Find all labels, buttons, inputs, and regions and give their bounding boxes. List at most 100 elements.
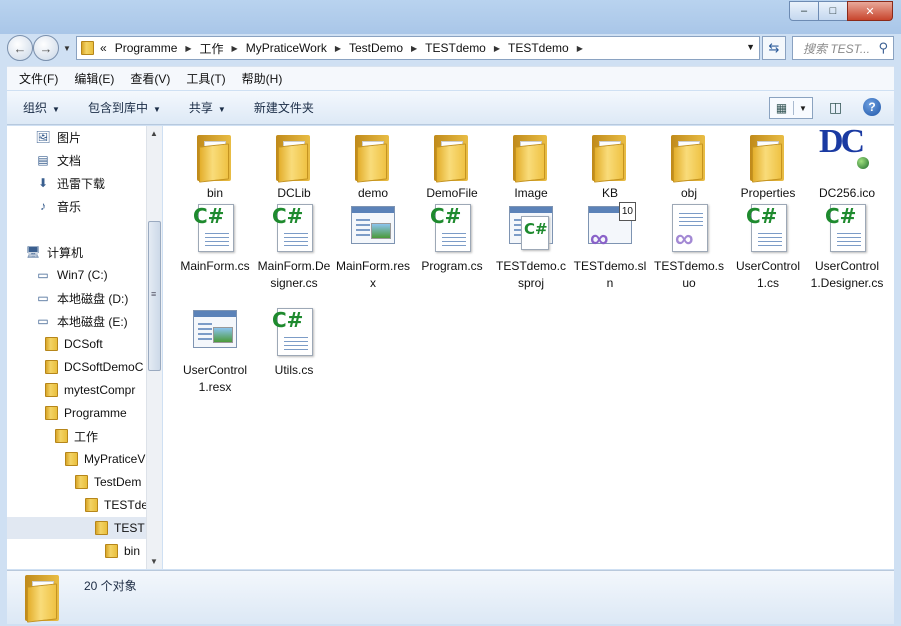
sidebar-item[interactable]: DCSoftDemoC [7, 356, 143, 378]
file-item[interactable]: C# MainForm.cs [176, 202, 254, 275]
folder-item[interactable]: bin [176, 129, 254, 202]
folder-item[interactable]: KB [571, 129, 649, 202]
menu-item[interactable]: 查看(V) [130, 70, 170, 87]
help-button[interactable]: ? [863, 98, 881, 116]
sidebar-item[interactable]: ▭ 本地磁盘 (E:) [7, 310, 128, 332]
sidebar-item-label: bin [124, 544, 141, 558]
sidebar-item[interactable]: 🖥 计算机 [7, 241, 83, 263]
file-item[interactable]: C# MainForm.Designer.cs [255, 202, 333, 292]
csharp-file-icon: C# [738, 202, 798, 258]
file-name: DC256.ico [818, 186, 876, 200]
breadcrumb-overflow[interactable]: « [100, 41, 107, 55]
sidebar-item-label: 文档 [57, 153, 82, 168]
sidebar-item[interactable]: mytestCompr [7, 379, 135, 401]
sidebar-item-label: 本地磁盘 (E:) [57, 314, 128, 329]
folder-item[interactable]: Image [492, 129, 570, 202]
sidebar-item[interactable]: Programme [7, 402, 127, 424]
change-view-button[interactable]: ▦ ▼ [769, 97, 813, 119]
breadcrumb-separator-icon[interactable]: ▶ [185, 44, 191, 53]
file-item[interactable]: C# Program.cs [413, 202, 491, 275]
file-list[interactable]: bin DCLib demo DemoFile Image KB obj Properties… [163, 125, 894, 569]
organize-button[interactable]: 组织 ▼ [23, 99, 60, 116]
breadcrumb-separator-icon[interactable]: ▶ [411, 44, 417, 53]
file-item[interactable]: C# TESTdemo.csproj [492, 202, 570, 292]
sidebar-item[interactable]: ♪ 音乐 [7, 195, 81, 217]
share-button[interactable]: 共享 ▼ [189, 99, 226, 116]
menu-item[interactable]: 编辑(E) [74, 70, 114, 87]
breadcrumb-item[interactable]: TestDemo [349, 41, 403, 55]
dc-logo-icon: DC [817, 125, 877, 185]
navigation-scrollbar[interactable]: ▲ ≡ ▼ [146, 126, 162, 569]
folder-item[interactable]: Properties [729, 129, 807, 202]
file-name: DemoFile [426, 186, 478, 200]
folder-item[interactable]: demo [334, 129, 412, 202]
file-item[interactable]: MainForm.resx [334, 202, 412, 292]
breadcrumb-separator-icon[interactable]: ▶ [494, 44, 500, 53]
folder-item[interactable]: obj [650, 129, 728, 202]
sidebar-item[interactable]: ▤ 文档 [7, 149, 81, 171]
sidebar-item[interactable]: 工作 [7, 425, 98, 447]
breadcrumb-item[interactable]: MyPraticeWork [246, 41, 327, 55]
drive-icon: ▭ [37, 291, 49, 305]
search-icon[interactable]: ⚲ [878, 40, 888, 56]
sidebar-item[interactable]: ⬇ 迅雷下载 [7, 172, 105, 194]
menu-item[interactable]: 帮助(H) [242, 70, 283, 87]
back-button[interactable]: ← [7, 35, 33, 61]
refresh-button[interactable]: ⇆ [762, 36, 786, 60]
sidebar-item[interactable]: ▭ Win7 (C:) [7, 264, 107, 286]
close-button[interactable]: ✕ [847, 1, 893, 21]
forward-button[interactable]: → [33, 35, 59, 61]
sidebar-item[interactable]: 🖼 图片 [7, 126, 81, 148]
resource-file-icon [185, 306, 245, 362]
solution-options-file-icon: ∞ [659, 202, 719, 258]
file-name: DCLib [277, 186, 311, 200]
file-name: Image [514, 186, 548, 200]
search-input[interactable]: 搜索 TEST... ⚲ [792, 36, 894, 60]
back-arrow-icon: ← [13, 40, 27, 56]
sidebar-item[interactable]: TestDem [7, 471, 141, 493]
breadcrumb-separator-icon[interactable]: ▶ [335, 44, 341, 53]
file-item[interactable]: C# UserControl1.cs [729, 202, 807, 292]
file-item[interactable]: 10 ∞ TESTdemo.sln [571, 202, 649, 292]
folder-item[interactable]: DCLib [255, 129, 333, 202]
navigation-pane[interactable]: 🖼 图片 ▤ 文档 ⬇ 迅雷下载 ♪ 音乐 🖥 计算机 ▭ Win7 (C:) ▭ 本地磁盘 (D:) ▭ 本… [7, 126, 162, 569]
drive-icon: ▭ [37, 314, 49, 328]
chevron-down-icon[interactable]: ▼ [794, 104, 812, 113]
address-bar[interactable]: « Programme ▶ 工作 ▶ MyPraticeWork ▶ TestDemo ▶ TE… [76, 36, 760, 60]
menu-item[interactable]: 工具(T) [186, 70, 225, 87]
file-item[interactable]: ∞ TESTdemo.suo [650, 202, 728, 292]
file-item[interactable]: C# Utils.cs [255, 306, 333, 379]
folder-icon [105, 544, 118, 558]
file-item[interactable]: C# UserControl1.Designer.cs [808, 202, 886, 292]
address-dropdown[interactable]: ▼ [746, 42, 755, 52]
breadcrumb-item[interactable]: TESTdemo [425, 41, 486, 55]
include-library-label: 包含到库中 [87, 101, 148, 115]
include-in-library-button[interactable]: 包含到库中 ▼ [88, 99, 161, 116]
preview-pane-button[interactable]: ◫ [829, 99, 842, 116]
sidebar-item[interactable]: ▭ 本地磁盘 (D:) [7, 287, 128, 309]
maximize-button[interactable]: □ [818, 1, 848, 21]
breadcrumb-item[interactable]: TESTdemo [508, 41, 569, 55]
new-folder-button[interactable]: 新建文件夹 [254, 99, 314, 116]
sidebar-item[interactable]: TESTde [7, 494, 148, 516]
file-item[interactable]: DC DC256.ico [808, 125, 886, 202]
sidebar-item[interactable]: MyPraticeV [7, 448, 145, 470]
scroll-up-arrow-icon[interactable]: ▲ [150, 129, 158, 138]
recent-pages-dropdown[interactable]: ▼ [63, 44, 71, 53]
sidebar-item[interactable]: TEST [7, 517, 147, 539]
breadcrumb-item[interactable]: Programme [115, 41, 178, 55]
sidebar-item[interactable]: bin [7, 540, 140, 562]
scroll-down-arrow-icon[interactable]: ▼ [150, 557, 158, 566]
sidebar-item[interactable]: DCSoft [7, 333, 103, 355]
breadcrumb-separator-icon[interactable]: ▶ [232, 44, 238, 53]
item-count: 20 个对象 [84, 579, 137, 593]
file-name: MainForm.cs [180, 259, 250, 273]
file-item[interactable]: UserControl1.resx [176, 306, 254, 396]
breadcrumb-item[interactable]: 工作 [200, 40, 224, 57]
breadcrumb-separator-icon[interactable]: ▶ [577, 44, 583, 53]
file-name: Properties [740, 186, 796, 200]
menu-item[interactable]: 文件(F) [19, 70, 58, 87]
music-icon: ♪ [40, 199, 46, 213]
folder-item[interactable]: DemoFile [413, 129, 491, 202]
minimize-button[interactable]: – [789, 1, 819, 21]
